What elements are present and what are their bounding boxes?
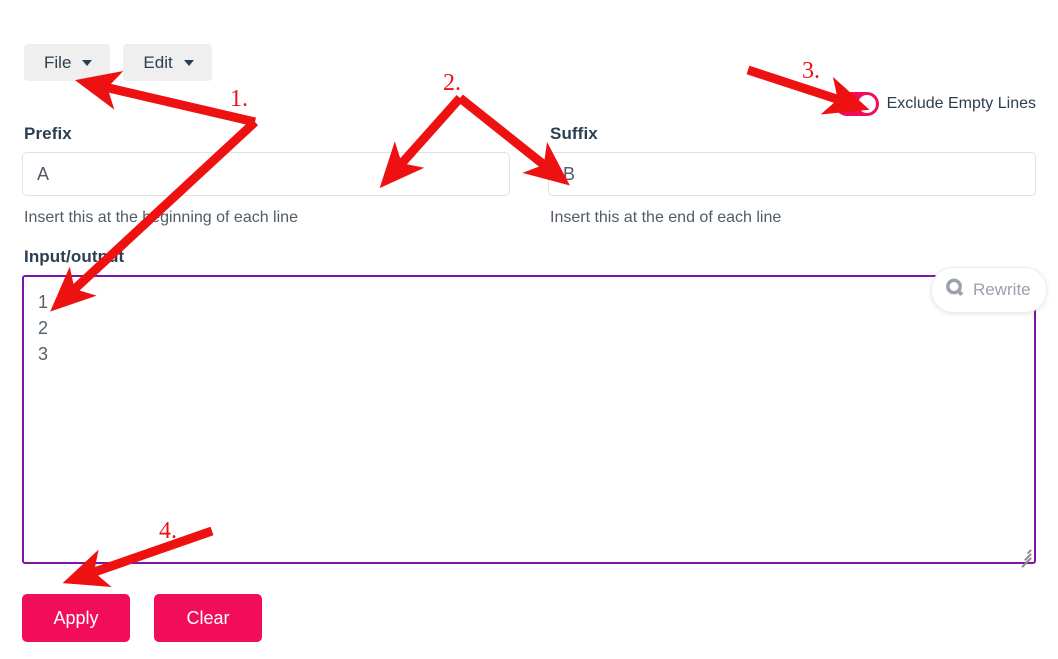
prefix-input[interactable] — [22, 152, 510, 196]
suffix-input[interactable] — [548, 152, 1036, 196]
chevron-down-icon — [183, 59, 194, 66]
apply-button[interactable]: Apply — [22, 594, 130, 642]
suffix-helper-text: Insert this at the end of each line — [550, 209, 782, 226]
menubar: File Edit — [24, 44, 212, 81]
clear-button[interactable]: Clear — [154, 594, 262, 642]
suffix-label: Suffix — [550, 124, 598, 143]
prefix-helper-text: Insert this at the beginning of each lin… — [24, 209, 298, 226]
menu-edit-label: Edit — [143, 53, 173, 72]
annotation-number-3: 3. — [802, 58, 820, 84]
rewrite-label: Rewrite — [973, 280, 1031, 299]
prefix-field-group: Prefix Insert this at the beginning of e… — [22, 124, 510, 227]
app-root: File Edit Exclude Empty Lines Prefix Ins… — [0, 0, 1058, 659]
rewrite-circle-icon — [944, 277, 966, 304]
menu-file-button[interactable]: File — [24, 44, 111, 81]
menu-edit-button[interactable]: Edit — [123, 44, 212, 81]
rewrite-button[interactable]: Rewrite — [931, 267, 1047, 313]
io-textarea[interactable] — [22, 275, 1036, 564]
io-field-group: Input/output — [22, 247, 1036, 567]
action-buttons: Apply Clear — [22, 594, 262, 642]
exclude-empty-lines-label: Exclude Empty Lines — [886, 95, 1036, 112]
suffix-field-group: Suffix Insert this at the end of each li… — [548, 124, 1036, 227]
exclude-empty-lines-control: Exclude Empty Lines — [834, 92, 1036, 116]
io-label: Input/output — [24, 247, 125, 266]
exclude-empty-lines-toggle[interactable] — [834, 92, 879, 116]
annotation-number-1: 1. — [230, 86, 248, 112]
prefix-label: Prefix — [24, 124, 72, 143]
io-wrapper — [22, 275, 1036, 567]
menu-file-label: File — [44, 53, 72, 72]
chevron-down-icon — [82, 59, 93, 66]
toggle-knob — [857, 95, 876, 113]
annotation-number-2: 2. — [443, 70, 461, 96]
